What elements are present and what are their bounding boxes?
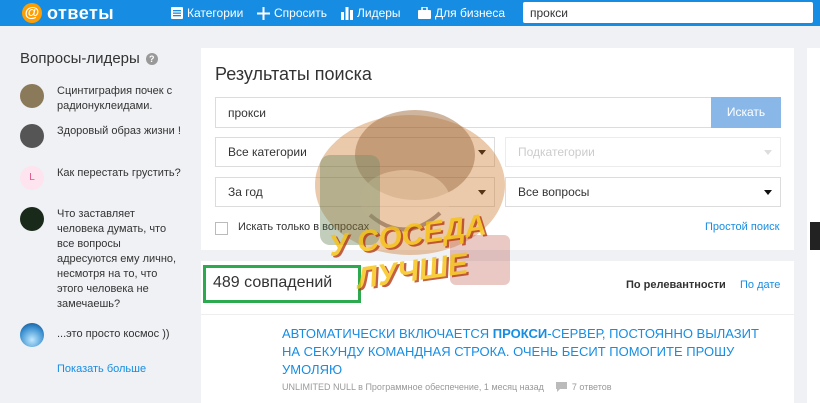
caret-down-icon bbox=[764, 150, 772, 155]
sidebar-title-text: Вопросы-лидеры bbox=[20, 50, 140, 67]
nav-label: Лидеры bbox=[357, 6, 401, 20]
nav-label: Категории bbox=[187, 6, 244, 20]
divider bbox=[201, 314, 794, 315]
list-icon bbox=[171, 7, 183, 19]
subcategory-select: Подкатегории bbox=[505, 137, 781, 167]
nav-leaders[interactable]: Лидеры bbox=[341, 0, 401, 26]
avatar: L bbox=[20, 166, 44, 190]
leader-text: Что заставляет человека думать, что все … bbox=[57, 208, 177, 310]
select-value: За год bbox=[228, 185, 263, 199]
help-icon[interactable]: ? bbox=[145, 52, 158, 65]
result-title-part: АВТОМАТИЧЕСКИ ВКЛЮЧАЕТСЯ bbox=[282, 326, 493, 341]
nav-label: Для бизнеса bbox=[435, 6, 506, 20]
leader-item[interactable]: ...это просто космос )) bbox=[20, 323, 182, 347]
nav-business[interactable]: Для бизнеса bbox=[418, 0, 505, 26]
leader-item[interactable]: Сцинтиграфия почек с радионуклеидами. bbox=[20, 84, 182, 114]
result-meta: UNLIMITED NULL в Программное обеспечение… bbox=[282, 382, 612, 392]
avatar bbox=[20, 207, 44, 231]
leader-text: Как перестать грустить? bbox=[57, 167, 181, 179]
at-logo-icon: @ bbox=[22, 3, 42, 23]
caret-down-icon bbox=[764, 190, 772, 195]
question-filter-select[interactable]: Все вопросы bbox=[505, 177, 781, 207]
plus-icon bbox=[257, 6, 270, 20]
leader-item[interactable]: Здоровый образ жизни ! bbox=[20, 124, 182, 148]
result-title-link[interactable]: АВТОМАТИЧЕСКИ ВКЛЮЧАЕТСЯ ПРОКСИ-СЕРВЕР, … bbox=[282, 325, 762, 379]
header-search-input[interactable]: прокси bbox=[523, 2, 813, 23]
right-edge-block bbox=[810, 222, 820, 250]
bar-chart-icon bbox=[341, 6, 353, 20]
answers-count[interactable]: 7 ответов bbox=[572, 382, 612, 392]
leader-text: ...это просто космос )) bbox=[57, 328, 170, 340]
avatar bbox=[20, 84, 44, 108]
show-more-link[interactable]: Показать больше bbox=[57, 363, 146, 375]
logo-text: ответы bbox=[47, 2, 115, 23]
only-questions-checkbox[interactable] bbox=[215, 222, 228, 235]
result-title-highlight: ПРОКСИ bbox=[492, 326, 548, 341]
nav-label: Спросить bbox=[274, 6, 327, 20]
sidebar-title: Вопросы-лидеры ? bbox=[20, 50, 158, 67]
avatar bbox=[20, 124, 44, 148]
briefcase-icon bbox=[418, 7, 431, 19]
leader-text: Здоровый образ жизни ! bbox=[57, 125, 181, 137]
logo[interactable]: @ ответы bbox=[22, 2, 114, 24]
simple-search-link[interactable]: Простой поиск bbox=[705, 221, 779, 233]
sort-date-link[interactable]: По дате bbox=[740, 279, 780, 291]
page-title: Результаты поиска bbox=[215, 64, 372, 84]
nav-categories[interactable]: Категории bbox=[171, 0, 243, 26]
search-button[interactable]: Искать bbox=[711, 97, 781, 128]
leader-item[interactable]: Что заставляет человека думать, что все … bbox=[20, 207, 182, 312]
avatar bbox=[20, 323, 44, 347]
leader-text: Сцинтиграфия почек с радионуклеидами. bbox=[57, 85, 173, 112]
sort-relevance[interactable]: По релевантности bbox=[626, 279, 726, 291]
comment-icon bbox=[555, 382, 567, 392]
leader-item[interactable]: L Как перестать грустить? bbox=[20, 166, 182, 190]
result-meta-text: UNLIMITED NULL в Программное обеспечение… bbox=[282, 382, 544, 392]
nav-ask[interactable]: Спросить bbox=[257, 0, 327, 26]
